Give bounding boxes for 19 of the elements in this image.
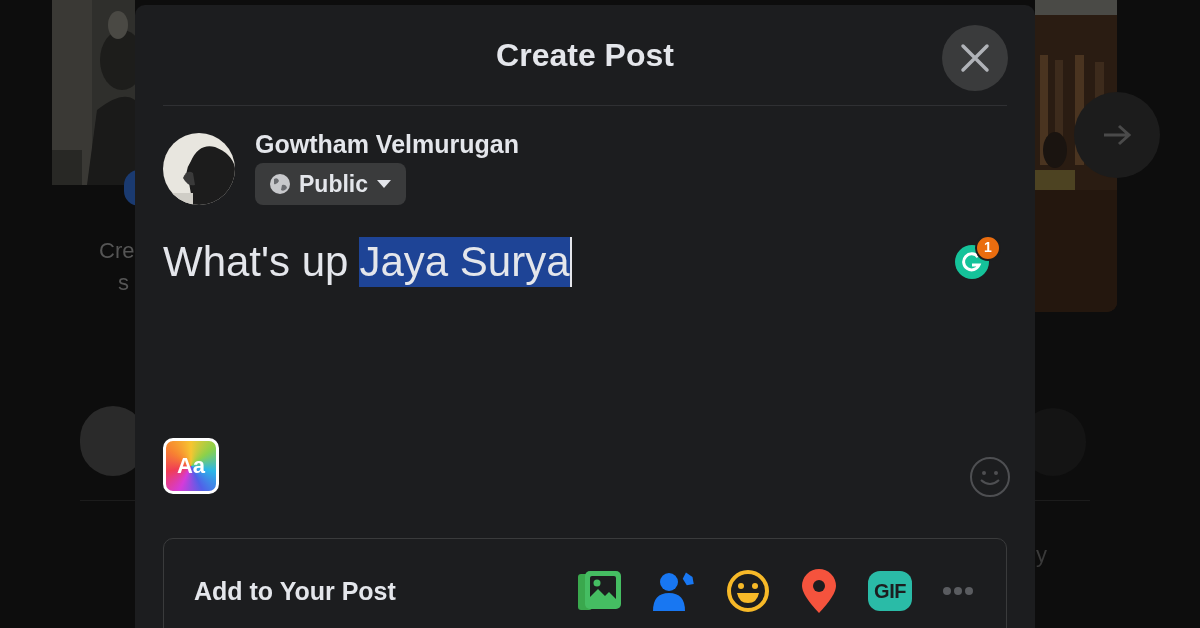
gif-button[interactable]: GIF [868, 570, 912, 611]
photo-icon[interactable] [578, 570, 622, 611]
caret-icon [376, 179, 392, 190]
dialog-title: Create Post [496, 36, 674, 76]
arrow-right-icon [1102, 123, 1132, 147]
add-to-post-label: Add to Your Post [194, 575, 396, 607]
author-name: Gowtham Velmurugan [255, 132, 519, 158]
post-text: What's up [163, 236, 349, 287]
tag-person-icon[interactable] [652, 570, 696, 611]
story-label: s [118, 269, 129, 297]
more-icon[interactable] [942, 585, 974, 596]
notification-badge: 1 [975, 234, 1001, 261]
audience-selector[interactable]: Public [255, 163, 406, 206]
close-icon [960, 43, 990, 73]
globe-icon [269, 173, 291, 196]
story-label: Cre [99, 237, 135, 265]
selected-text: Jaya Surya [359, 236, 572, 287]
location-pin-icon[interactable] [800, 568, 838, 613]
smiley-icon[interactable] [726, 568, 770, 613]
